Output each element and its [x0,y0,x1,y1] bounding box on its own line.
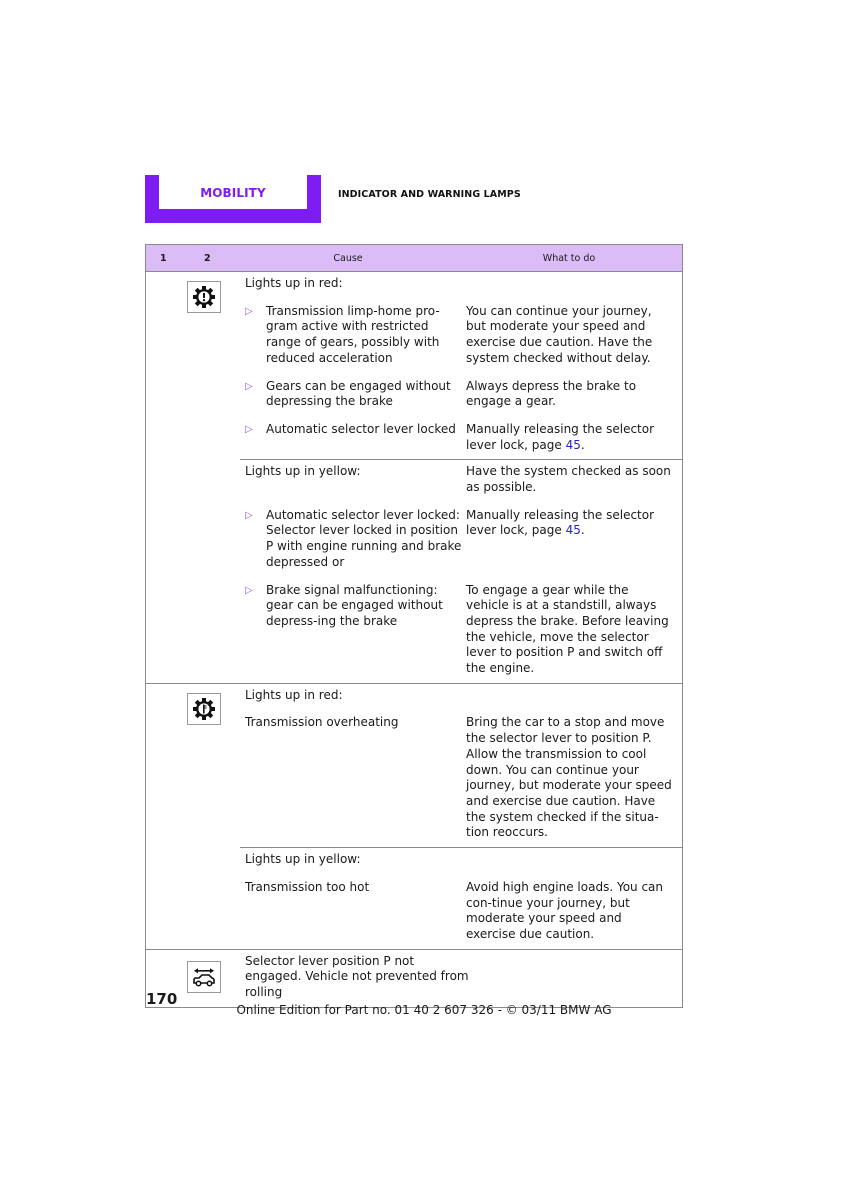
bullet-triangle-icon: ▷ [245,423,253,435]
subsection-red: Lights up in red: ▷ Transmission limp-hom… [240,272,682,461]
bullet-triangle-icon: ▷ [245,509,253,521]
table-row: Transmission too hot Avoid high engine l… [245,879,664,941]
subsection-red: Lights up in red: Transmission overheati… [240,684,682,849]
chapter-tab: MOBILITY [145,175,321,223]
footer-edition: Online Edition for Part no. 01 40 2 607 … [236,1003,612,1017]
transmission-warning-icon [187,281,221,313]
table-row: ▷ Brake signal malfunctioning: gear can b… [245,582,669,676]
column-header-1: 1 [160,252,167,264]
chapter-label: MOBILITY [200,186,266,200]
indicator-table: 1 2 Cause What to do Lights up in red: ▷… [145,244,683,1008]
column-header-what-to-do: What to do [542,252,596,264]
table-group: Selector lever position P not engaged. V… [146,950,682,1007]
car-arrow-icon [193,967,215,987]
bullet-triangle-icon: ▷ [245,380,253,392]
table-group: Lights up in red: Transmission overheati… [146,684,682,950]
bullet-triangle-icon: ▷ [245,305,253,317]
subsection-yellow: Lights up in yellow: Transmission too ho… [240,848,682,949]
table-row: Transmission overheating Bring the car t… [245,715,672,840]
tab-border-bottom [145,209,321,223]
table-row: ▷ Transmission limp-home pro-gram active … [245,303,653,365]
column-header-2: 2 [204,252,211,264]
vehicle-rolling-icon [187,960,221,993]
gear-thermometer-icon [193,697,215,720]
transmission-temperature-icon [187,692,221,725]
condition-label: Lights up in red: [245,276,343,290]
condition-label: Lights up in red: [245,687,343,702]
bullet-triangle-icon: ▷ [245,584,253,596]
section-title: INDICATOR AND WARNING LAMPS [338,189,521,200]
condition-label: Lights up in yellow: [245,464,361,479]
table-group: Lights up in red: ▷ Transmission limp-hom… [146,272,682,684]
condition-label: Selector lever position P not engaged. V… [245,953,469,1000]
gear-exclamation-icon [193,286,215,308]
page-link[interactable]: 45 [566,523,581,537]
condition-label: Lights up in yellow: [245,852,361,867]
column-header-cause: Cause [333,252,363,264]
table-row: ▷ Automatic selector lever locked Manuall… [245,421,655,452]
subsection-info: Selector lever position P not engaged. V… [240,950,682,1007]
table-row: ▷ Gears can be engaged without depressing… [245,378,637,409]
page-link[interactable]: 45 [566,438,581,452]
table-header: 1 2 Cause What to do [146,244,682,272]
table-row: ▷ Automatic selector lever locked: Select… [245,507,655,569]
subsection-yellow: Lights up in yellow: Have the system che… [240,460,682,682]
